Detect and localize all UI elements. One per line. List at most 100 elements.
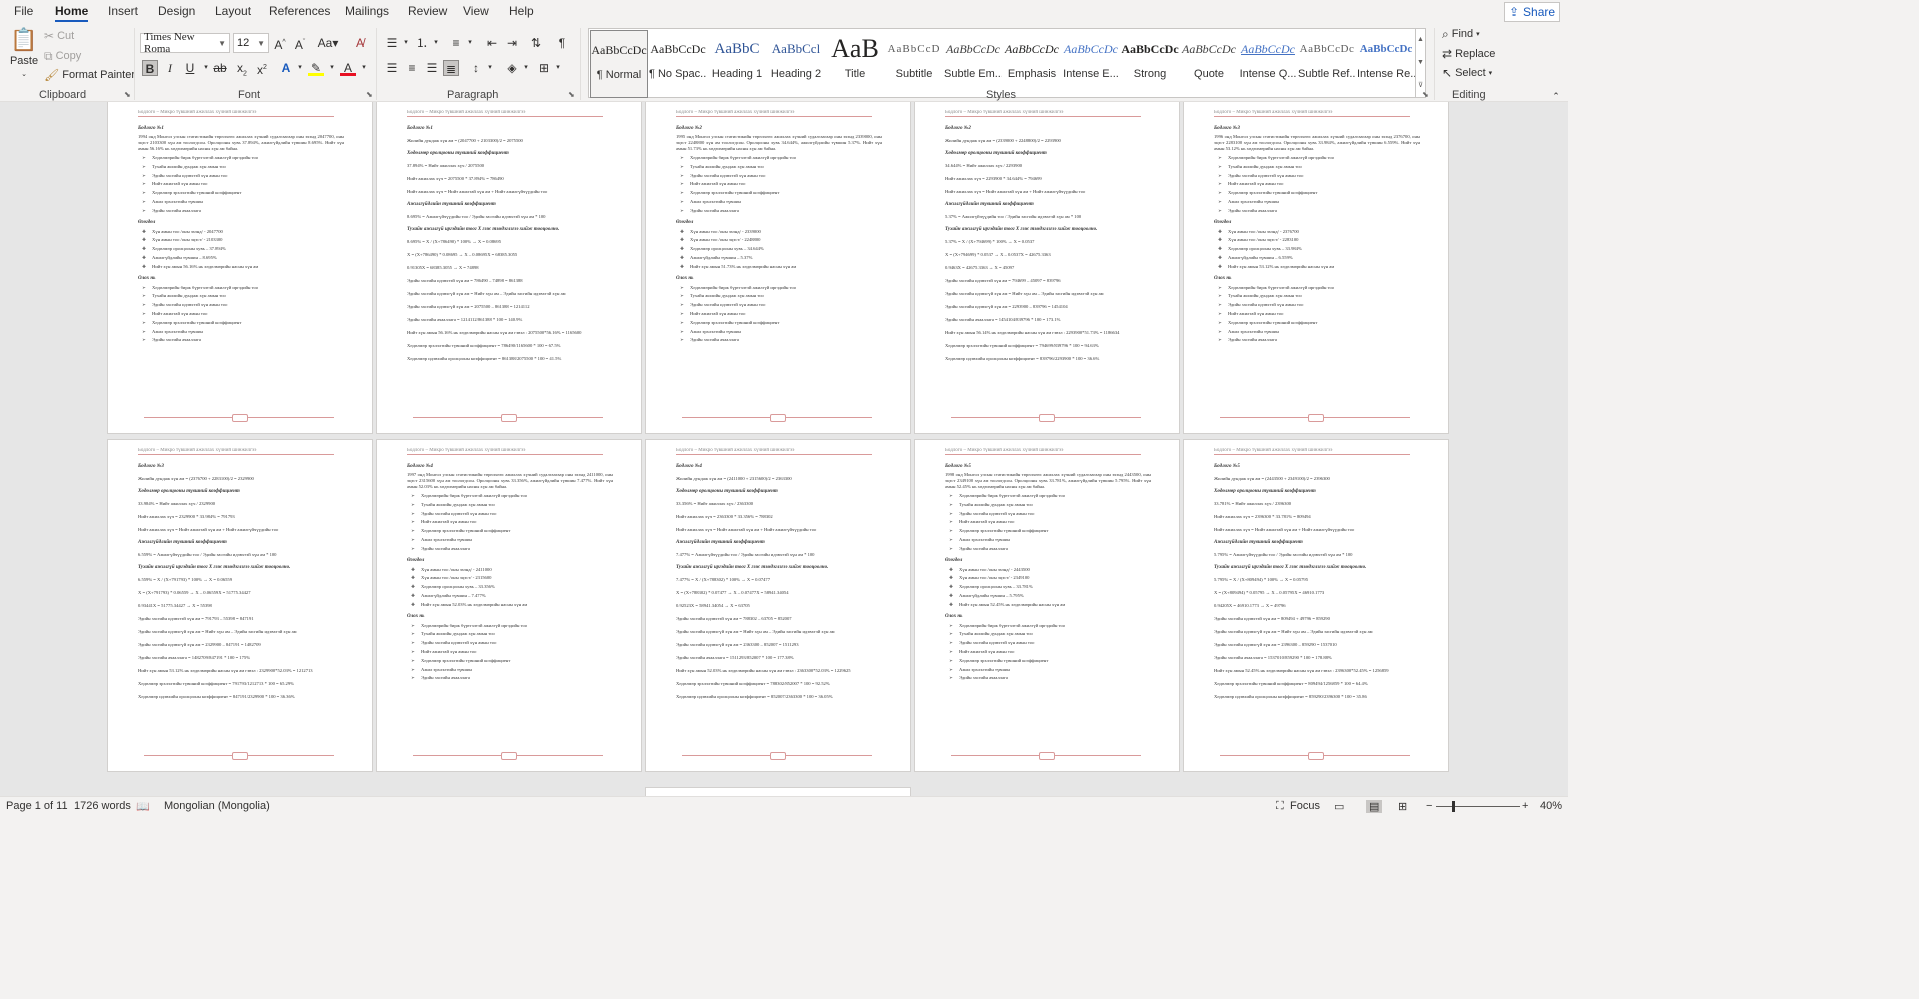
chevron-down-icon[interactable]: ▾ bbox=[292, 60, 308, 76]
shrink-font-icon[interactable]: Aˇ bbox=[292, 35, 308, 52]
zoom-level[interactable]: 40% bbox=[1540, 800, 1562, 812]
list-item: Хөдөлмөрийн бирж бүртгэлтэй ажилгүй иргэ… bbox=[138, 154, 344, 163]
highlight-icon[interactable]: ✎ bbox=[308, 60, 324, 76]
tab-design[interactable]: Design bbox=[158, 4, 195, 18]
proofing-icon[interactable]: 📖 bbox=[136, 800, 150, 813]
document-page[interactable]: Бодлого – Микро түвшний ажиллах хүчний ш… bbox=[377, 102, 641, 433]
gallery-up-icon[interactable]: ▲ bbox=[1415, 29, 1425, 52]
read-mode-icon[interactable]: ▭ bbox=[1334, 800, 1344, 813]
focus-icon[interactable]: ⛶ bbox=[1276, 800, 1284, 813]
decrease-indent-icon[interactable]: ⇤ bbox=[484, 35, 500, 51]
align-center-icon[interactable]: ≡ bbox=[404, 60, 420, 76]
find-button[interactable]: ⌕ Find ▾ bbox=[1442, 28, 1480, 40]
document-page[interactable] bbox=[646, 788, 910, 796]
tab-layout[interactable]: Layout bbox=[215, 4, 251, 18]
superscript-icon[interactable]: x2 bbox=[254, 60, 270, 77]
clipboard-launcher-icon[interactable]: ⬊ bbox=[124, 90, 131, 99]
document-page[interactable]: Бодлого – Микро түвшний ажиллах хүчний ш… bbox=[915, 440, 1179, 771]
document-page[interactable]: Бодлого – Микро түвшний ажиллах хүчний ш… bbox=[1184, 102, 1448, 433]
document-page[interactable]: Бодлого – Микро түвшний ажиллах хүчний ш… bbox=[915, 102, 1179, 433]
paste-button[interactable]: 📋 Paste ⌄ bbox=[10, 28, 38, 79]
increase-indent-icon[interactable]: ⇥ bbox=[504, 35, 520, 51]
sort-icon[interactable]: ⇅ bbox=[528, 35, 544, 51]
styles-launcher-icon[interactable]: ⬊ bbox=[1422, 90, 1429, 99]
zoom-in-icon[interactable]: + bbox=[1522, 800, 1528, 812]
cut-button[interactable]: ✂ Cut bbox=[44, 30, 74, 42]
style-title[interactable]: AaB Title bbox=[826, 30, 884, 98]
tab-references[interactable]: References bbox=[269, 4, 330, 18]
chevron-down-icon[interactable]: ▾ bbox=[482, 60, 498, 76]
document-page[interactable]: Бодлого – Микро түвшний ажиллах хүчний ш… bbox=[646, 102, 910, 433]
tab-view[interactable]: View bbox=[463, 4, 489, 18]
tab-home[interactable]: Home bbox=[55, 4, 89, 22]
subscript-icon[interactable]: x2 bbox=[234, 60, 250, 77]
select-button[interactable]: ↖ Select ▾ bbox=[1442, 67, 1492, 79]
gallery-down-icon[interactable]: ▼ bbox=[1415, 52, 1425, 75]
document-page[interactable]: Бодлого – Микро түвшний ажиллах хүчний ш… bbox=[377, 440, 641, 771]
style-intense-quote[interactable]: AaBbCcDc Intense Q... bbox=[1239, 30, 1297, 98]
font-name-combo[interactable]: Times New Roma ▼ bbox=[140, 31, 230, 55]
style-heading-2[interactable]: AaBbCcl Heading 2 bbox=[767, 30, 825, 98]
tab-mailings[interactable]: Mailings bbox=[345, 4, 389, 18]
format-painter-button[interactable]: 🖌 Format Painter bbox=[44, 69, 135, 81]
document-page[interactable]: Бодлого – Микро түвшний ажиллах хүчний ш… bbox=[108, 102, 372, 433]
style-normal[interactable]: AaBbCcDc ¶ Normal bbox=[590, 30, 648, 98]
italic-icon[interactable]: I bbox=[162, 60, 178, 76]
page-count[interactable]: Page 1 of 11 bbox=[6, 800, 68, 812]
style-emphasis[interactable]: AaBbCcDc Emphasis bbox=[1003, 30, 1061, 98]
tab-insert[interactable]: Insert bbox=[108, 4, 138, 18]
document-page[interactable]: Бодлого – Микро түвшний ажиллах хүчний ш… bbox=[108, 440, 372, 771]
justify-icon[interactable]: ≣ bbox=[443, 60, 459, 76]
share-button[interactable]: ⇪ Share bbox=[1504, 2, 1560, 22]
chevron-down-icon[interactable]: ▾ bbox=[550, 60, 566, 76]
document-page[interactable]: Бодлого – Микро түвшний ажиллах хүчний ш… bbox=[646, 440, 910, 771]
style-subtle-emphasis[interactable]: AaBbCcDc Subtle Em... bbox=[944, 30, 1002, 98]
grow-font-icon[interactable]: A^ bbox=[272, 35, 288, 52]
zoom-out-icon[interactable]: − bbox=[1426, 800, 1432, 812]
style-strong[interactable]: AaBbCcDc Strong bbox=[1121, 30, 1179, 98]
document-page[interactable]: Бодлого – Микро түвшний ажиллах хүчний ш… bbox=[1184, 440, 1448, 771]
tab-file[interactable]: File bbox=[14, 4, 33, 18]
style-subtle-reference[interactable]: AaBbCcDc Subtle Ref... bbox=[1298, 30, 1356, 98]
chevron-down-icon[interactable]: ▾ bbox=[462, 35, 478, 51]
focus-label[interactable]: Focus bbox=[1290, 800, 1320, 812]
chevron-down-icon[interactable]: ▾ bbox=[428, 35, 444, 51]
style-heading-1[interactable]: AaBbC Heading 1 bbox=[708, 30, 766, 98]
align-right-icon[interactable]: ☰ bbox=[424, 60, 440, 76]
tab-help[interactable]: Help bbox=[509, 4, 534, 18]
chevron-down-icon[interactable]: ▾ bbox=[398, 35, 414, 51]
align-left-icon[interactable]: ☰ bbox=[384, 60, 400, 76]
underline-icon[interactable]: U bbox=[182, 60, 198, 76]
font-color-icon[interactable]: A bbox=[340, 60, 356, 76]
style-quote[interactable]: AaBbCcDc Quote bbox=[1180, 30, 1238, 98]
font-size-combo[interactable]: 12 ▼ bbox=[233, 33, 269, 53]
paragraph-launcher-icon[interactable]: ⬊ bbox=[568, 90, 575, 99]
copy-icon: ⧉ bbox=[44, 49, 53, 63]
list-item: Хөдөлмөр эрхлэлтийн түвшний коэффициент bbox=[676, 189, 882, 198]
style-intense-emphasis[interactable]: AaBbCcDc Intense E... bbox=[1062, 30, 1120, 98]
bold-icon[interactable]: B bbox=[142, 60, 158, 76]
change-case-icon[interactable]: Aa▾ bbox=[316, 35, 340, 51]
copy-button[interactable]: ⧉ Copy bbox=[44, 50, 81, 62]
style-no-spacing[interactable]: AaBbCcDc ¶ No Spac... bbox=[649, 30, 707, 98]
web-layout-icon[interactable]: ⊞ bbox=[1398, 800, 1407, 813]
chevron-down-icon[interactable]: ▾ bbox=[324, 60, 340, 76]
replace-button[interactable]: ⇄ Replace bbox=[1442, 48, 1495, 60]
style-subtitle[interactable]: AaBbCcD Subtitle bbox=[885, 30, 943, 98]
document-area[interactable]: Бодлого – Микро түвшний ажиллах хүчний ш… bbox=[0, 102, 1568, 796]
zoom-slider[interactable] bbox=[1436, 806, 1520, 807]
word-count[interactable]: 1726 words bbox=[74, 800, 131, 812]
page-footer bbox=[413, 752, 603, 760]
chevron-down-icon[interactable]: ▾ bbox=[356, 60, 372, 76]
page-body: Бодлого №1 Жилийн дундаж хүн ам = (204770… bbox=[407, 122, 613, 365]
print-layout-icon[interactable]: ▤ bbox=[1366, 800, 1383, 813]
strikethrough-icon[interactable]: ab bbox=[212, 60, 228, 76]
zoom-slider-thumb[interactable] bbox=[1451, 801, 1455, 812]
style-intense-reference[interactable]: AaBbCcDc Intense Re... bbox=[1357, 30, 1415, 98]
clear-formatting-icon[interactable]: A̸ bbox=[352, 35, 368, 51]
language[interactable]: Mongolian (Mongolia) bbox=[164, 800, 270, 812]
tab-review[interactable]: Review bbox=[408, 4, 447, 18]
pilcrow-icon[interactable]: ¶ bbox=[554, 35, 570, 51]
font-launcher-icon[interactable]: ⬊ bbox=[366, 90, 373, 99]
chevron-down-icon[interactable]: ▾ bbox=[518, 60, 534, 76]
